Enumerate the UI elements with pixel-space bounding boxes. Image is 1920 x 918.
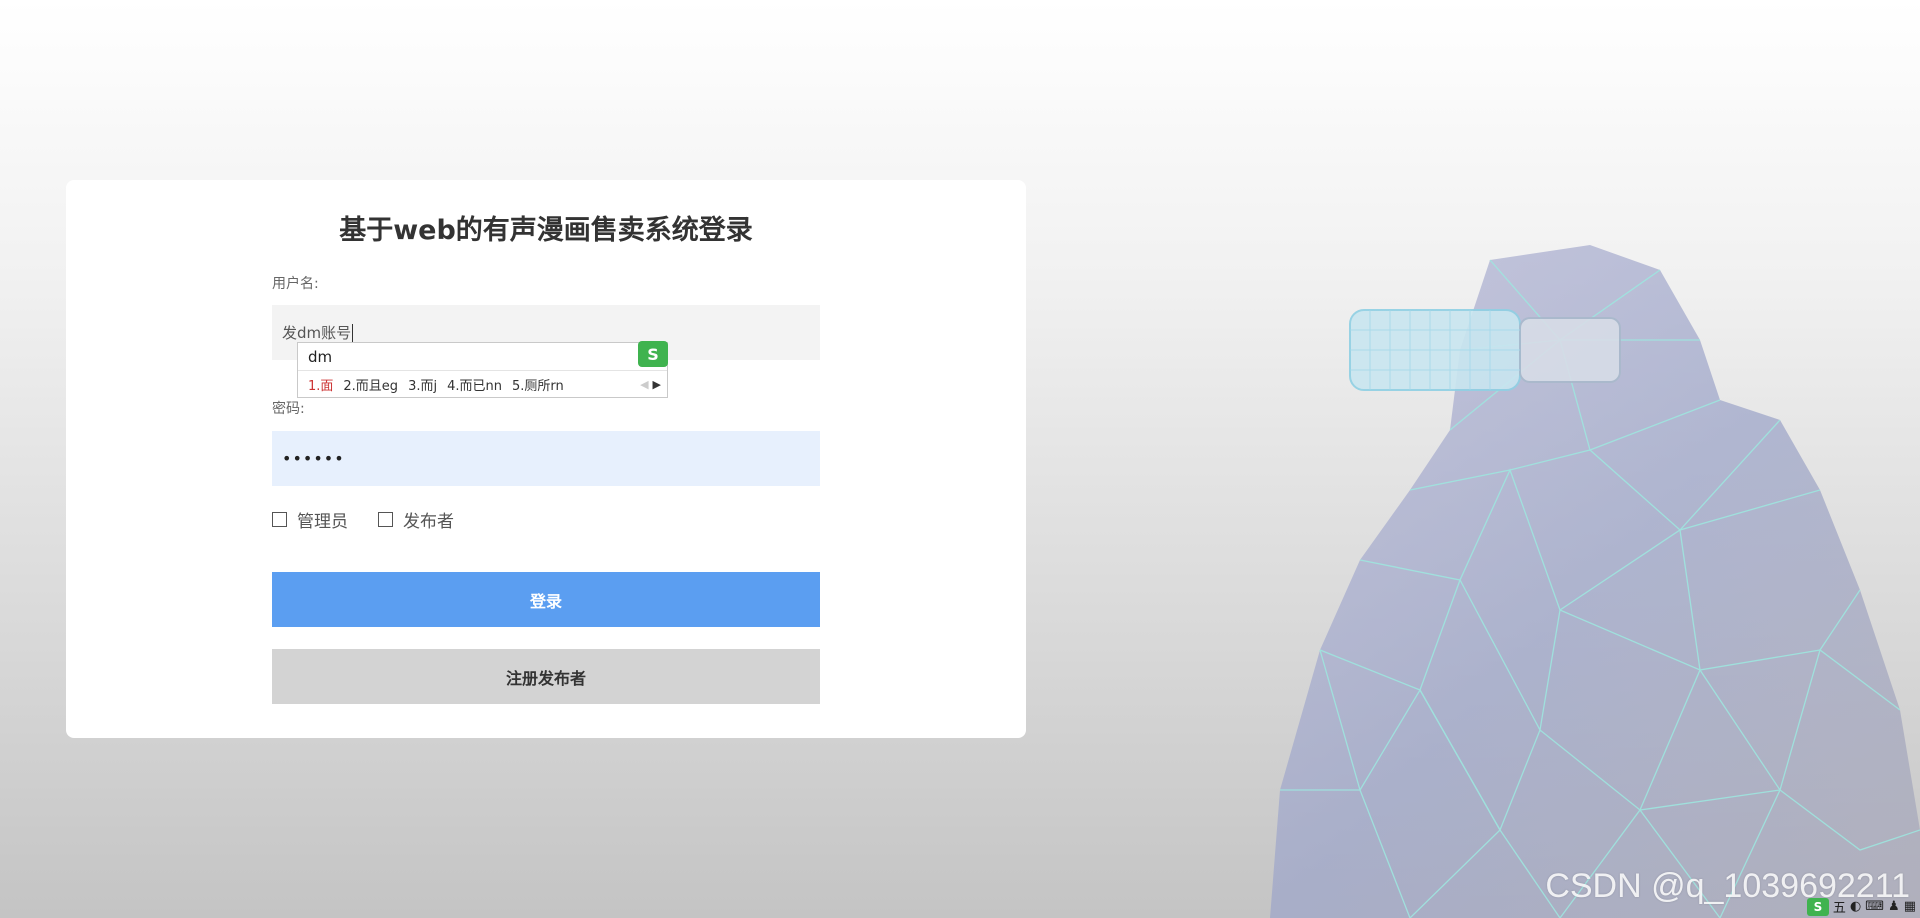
vr-headset-icon <box>1349 309 1621 391</box>
login-button[interactable]: 登录 <box>272 572 820 627</box>
ime-candidate[interactable]: 3.而j <box>408 375 437 394</box>
grid-icon[interactable]: ▦ <box>1904 899 1916 914</box>
sogou-tray-icon[interactable]: S <box>1806 897 1829 916</box>
ime-candidate-popup: dm 1.面 2.而且eg 3.而j 4.而已nn 5.厕所rn ◀ ▶ S <box>297 341 668 398</box>
sogou-logo-icon: S <box>638 341 668 367</box>
role-admin-label: 管理员 <box>297 512 348 532</box>
login-card: 基于web的有声漫画售卖系统登录 用户名: 发dm账号 密码: •••••• 管… <box>66 180 1026 738</box>
ime-composition: dm <box>298 343 667 371</box>
chevron-right-icon[interactable]: ▶ <box>653 378 661 391</box>
ime-candidate-list: 1.面 2.而且eg 3.而j 4.而已nn 5.厕所rn ◀ ▶ <box>298 371 667 397</box>
ime-page-arrows[interactable]: ◀ ▶ <box>640 378 661 391</box>
username-label: 用户名: <box>272 276 319 292</box>
ime-candidate[interactable]: 2.而且eg <box>343 375 398 394</box>
lowpoly-vr-figure-illustration <box>1270 245 1920 918</box>
ime-candidate[interactable]: 5.厕所rn <box>512 375 564 394</box>
role-selector: 管理员 发布者 <box>272 507 454 532</box>
ime-tray: S 五 ◐ ⌨ ♟ ▦ <box>1806 897 1916 916</box>
ime-candidate[interactable]: 4.而已nn <box>447 375 502 394</box>
password-value: •••••• <box>282 449 345 468</box>
role-publisher-label: 发布者 <box>403 512 454 532</box>
keyboard-icon[interactable]: ⌨ <box>1865 899 1884 914</box>
register-publisher-button[interactable]: 注册发布者 <box>272 649 820 704</box>
username-value: 发dm账号 <box>282 324 352 342</box>
tray-text[interactable]: 五 <box>1833 897 1846 916</box>
page-title: 基于web的有声漫画售卖系统登录 <box>339 215 753 246</box>
role-admin[interactable]: 管理员 <box>272 507 348 532</box>
password-input[interactable]: •••••• <box>272 431 820 486</box>
text-cursor <box>352 323 354 342</box>
publisher-checkbox[interactable] <box>378 512 393 527</box>
password-label: 密码: <box>272 401 305 417</box>
user-icon[interactable]: ♟ <box>1888 899 1900 914</box>
admin-checkbox[interactable] <box>272 512 287 527</box>
ime-candidate[interactable]: 1.面 <box>308 375 333 394</box>
role-publisher[interactable]: 发布者 <box>378 507 454 532</box>
moon-icon[interactable]: ◐ <box>1850 899 1861 914</box>
chevron-left-icon[interactable]: ◀ <box>640 378 648 391</box>
